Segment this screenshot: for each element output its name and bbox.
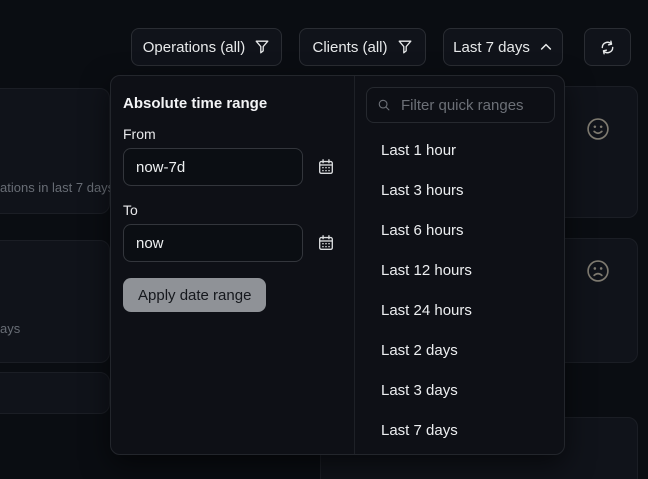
refresh-button[interactable]	[584, 28, 631, 66]
quick-range-option-last-1-hour[interactable]: Last 1 hour	[355, 131, 564, 171]
quick-range-option-last-12-hours[interactable]: Last 12 hours	[355, 251, 564, 291]
background-stat-card	[0, 88, 110, 214]
quick-range-option-last-7-days[interactable]: Last 7 days	[355, 411, 564, 451]
funnel-icon	[397, 39, 413, 55]
to-input[interactable]	[123, 224, 303, 262]
from-label: From	[123, 126, 342, 142]
quick-range-option-last-6-hours[interactable]: Last 6 hours	[355, 211, 564, 251]
absolute-time-range-title: Absolute time range	[123, 95, 342, 112]
absolute-time-range-section: Absolute time range From To	[111, 76, 355, 454]
operations-filter-button[interactable]: Operations (all)	[131, 28, 282, 66]
refresh-icon	[599, 39, 616, 56]
quick-range-option-last-3-hours[interactable]: Last 3 hours	[355, 171, 564, 211]
apply-date-range-button[interactable]: Apply date range	[123, 278, 266, 312]
background-caption-fragment: ations in last 7 days	[0, 180, 114, 195]
to-label: To	[123, 202, 342, 218]
to-calendar-button[interactable]	[317, 234, 335, 252]
from-input[interactable]	[123, 148, 303, 186]
sad-face-icon	[583, 256, 613, 286]
time-picker-panel: Absolute time range From To	[110, 75, 565, 455]
background-stat-card	[0, 240, 110, 363]
background-caption-fragment: ays	[0, 321, 20, 336]
time-range-label: Last 7 days	[453, 39, 530, 56]
dashboard-screen: ations in last 7 days ays Operations (al…	[0, 0, 648, 479]
time-range-button[interactable]: Last 7 days	[443, 28, 563, 66]
search-icon	[377, 98, 391, 112]
funnel-icon	[254, 39, 270, 55]
calendar-icon	[317, 158, 335, 176]
quick-range-option-last-2-days[interactable]: Last 2 days	[355, 331, 564, 371]
quick-range-option-last-3-days[interactable]: Last 3 days	[355, 371, 564, 411]
quick-range-list: Last 1 hour Last 3 hours Last 6 hours La…	[355, 131, 564, 451]
happy-face-icon	[583, 114, 613, 144]
quick-range-filter-input[interactable]	[399, 96, 544, 115]
chevron-up-icon	[539, 40, 553, 54]
calendar-icon	[317, 234, 335, 252]
quick-range-option-last-24-hours[interactable]: Last 24 hours	[355, 291, 564, 331]
background-stat-card	[0, 372, 110, 414]
clients-filter-button[interactable]: Clients (all)	[299, 28, 426, 66]
operations-filter-label: Operations (all)	[143, 39, 246, 56]
from-calendar-button[interactable]	[317, 158, 335, 176]
clients-filter-label: Clients (all)	[312, 39, 387, 56]
quick-ranges-section: Last 1 hour Last 3 hours Last 6 hours La…	[355, 76, 564, 454]
quick-range-filter-box	[366, 87, 555, 123]
